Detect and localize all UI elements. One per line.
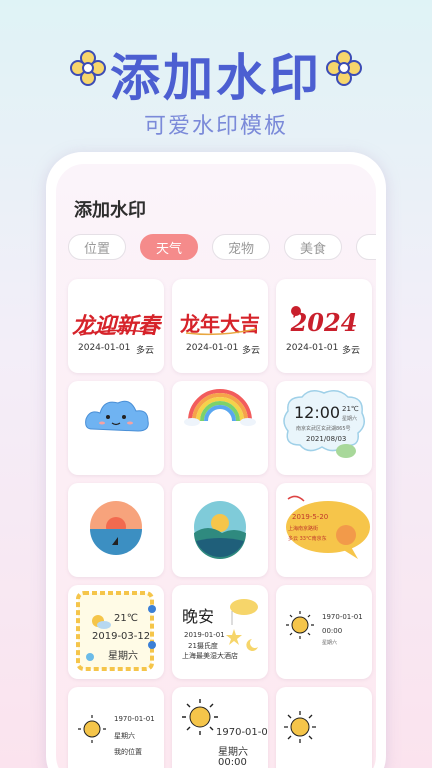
tab-more[interactable] [356, 234, 376, 260]
template-card[interactable] [68, 381, 164, 475]
template-card[interactable]: 2019-5-20 上海南京路街 多云 33℃南京东 [276, 483, 372, 577]
festive-art: 2024 [290, 306, 357, 337]
template-card[interactable]: 2024 2024-01-01 多云 [276, 279, 372, 373]
tab-food[interactable]: 美食 [284, 234, 342, 260]
template-card[interactable]: 1970-01-01 星期六 我的位置 [68, 687, 164, 768]
template-card[interactable] [68, 483, 164, 577]
template-card[interactable] [172, 381, 268, 475]
festive-art: 龙迎新春 [72, 313, 163, 339]
template-card[interactable]: 龙迎新春 2024-01-01 多云 [68, 279, 164, 373]
svg-text:龙迎新春: 龙迎新春 [72, 313, 163, 339]
watermark-panel: 添加水印 位置 天气 宠物 美食 龙迎新春 2024-01-01 多云 龙年大吉 [56, 164, 376, 768]
sunset-sea-icon [90, 501, 142, 555]
template-card[interactable]: 1970-01-01 00:00 星期六 [276, 585, 372, 679]
sun-hills-icon [194, 501, 246, 559]
template-card[interactable]: 12:00 21℃ 星期六 南京玄武区玄武湖865号 2021/08/03 [276, 381, 372, 475]
svg-text:龙年大吉: 龙年大吉 [180, 312, 260, 336]
tab-pets[interactable]: 宠物 [212, 234, 270, 260]
sun-icon [284, 711, 316, 743]
template-card[interactable]: 1970-01-01 星期六 00:00 [172, 687, 268, 768]
flower-icon [326, 50, 362, 86]
panel-title: 添加水印 [74, 200, 146, 221]
rainbow-icon [184, 389, 256, 426]
hero-banner: 添加水印 可爱水印模板 [0, 0, 432, 150]
template-card[interactable] [276, 687, 372, 768]
template-card[interactable]: 晚安 2019-01-01 21摄氏度 上海最美湿大酒店 [172, 585, 268, 679]
hero-subtitle: 可爱水印模板 [143, 114, 288, 139]
template-card[interactable] [172, 483, 268, 577]
phone-frame: 添加水印 位置 天气 宠物 美食 龙迎新春 2024-01-01 多云 龙年大吉 [46, 152, 386, 768]
template-card[interactable]: 21℃ 2019-03-12 星期六 [68, 585, 164, 679]
template-card[interactable]: 龙年大吉 2024-01-01 多云 [172, 279, 268, 373]
tab-location[interactable]: 位置 [68, 234, 126, 260]
category-tabs: 位置 天气 宠物 美食 [68, 234, 376, 262]
festive-art: 龙年大吉 [180, 312, 260, 336]
cloud-icon [85, 400, 149, 432]
tab-weather[interactable]: 天气 [140, 234, 198, 260]
hero-title: 添加水印 [110, 49, 322, 107]
